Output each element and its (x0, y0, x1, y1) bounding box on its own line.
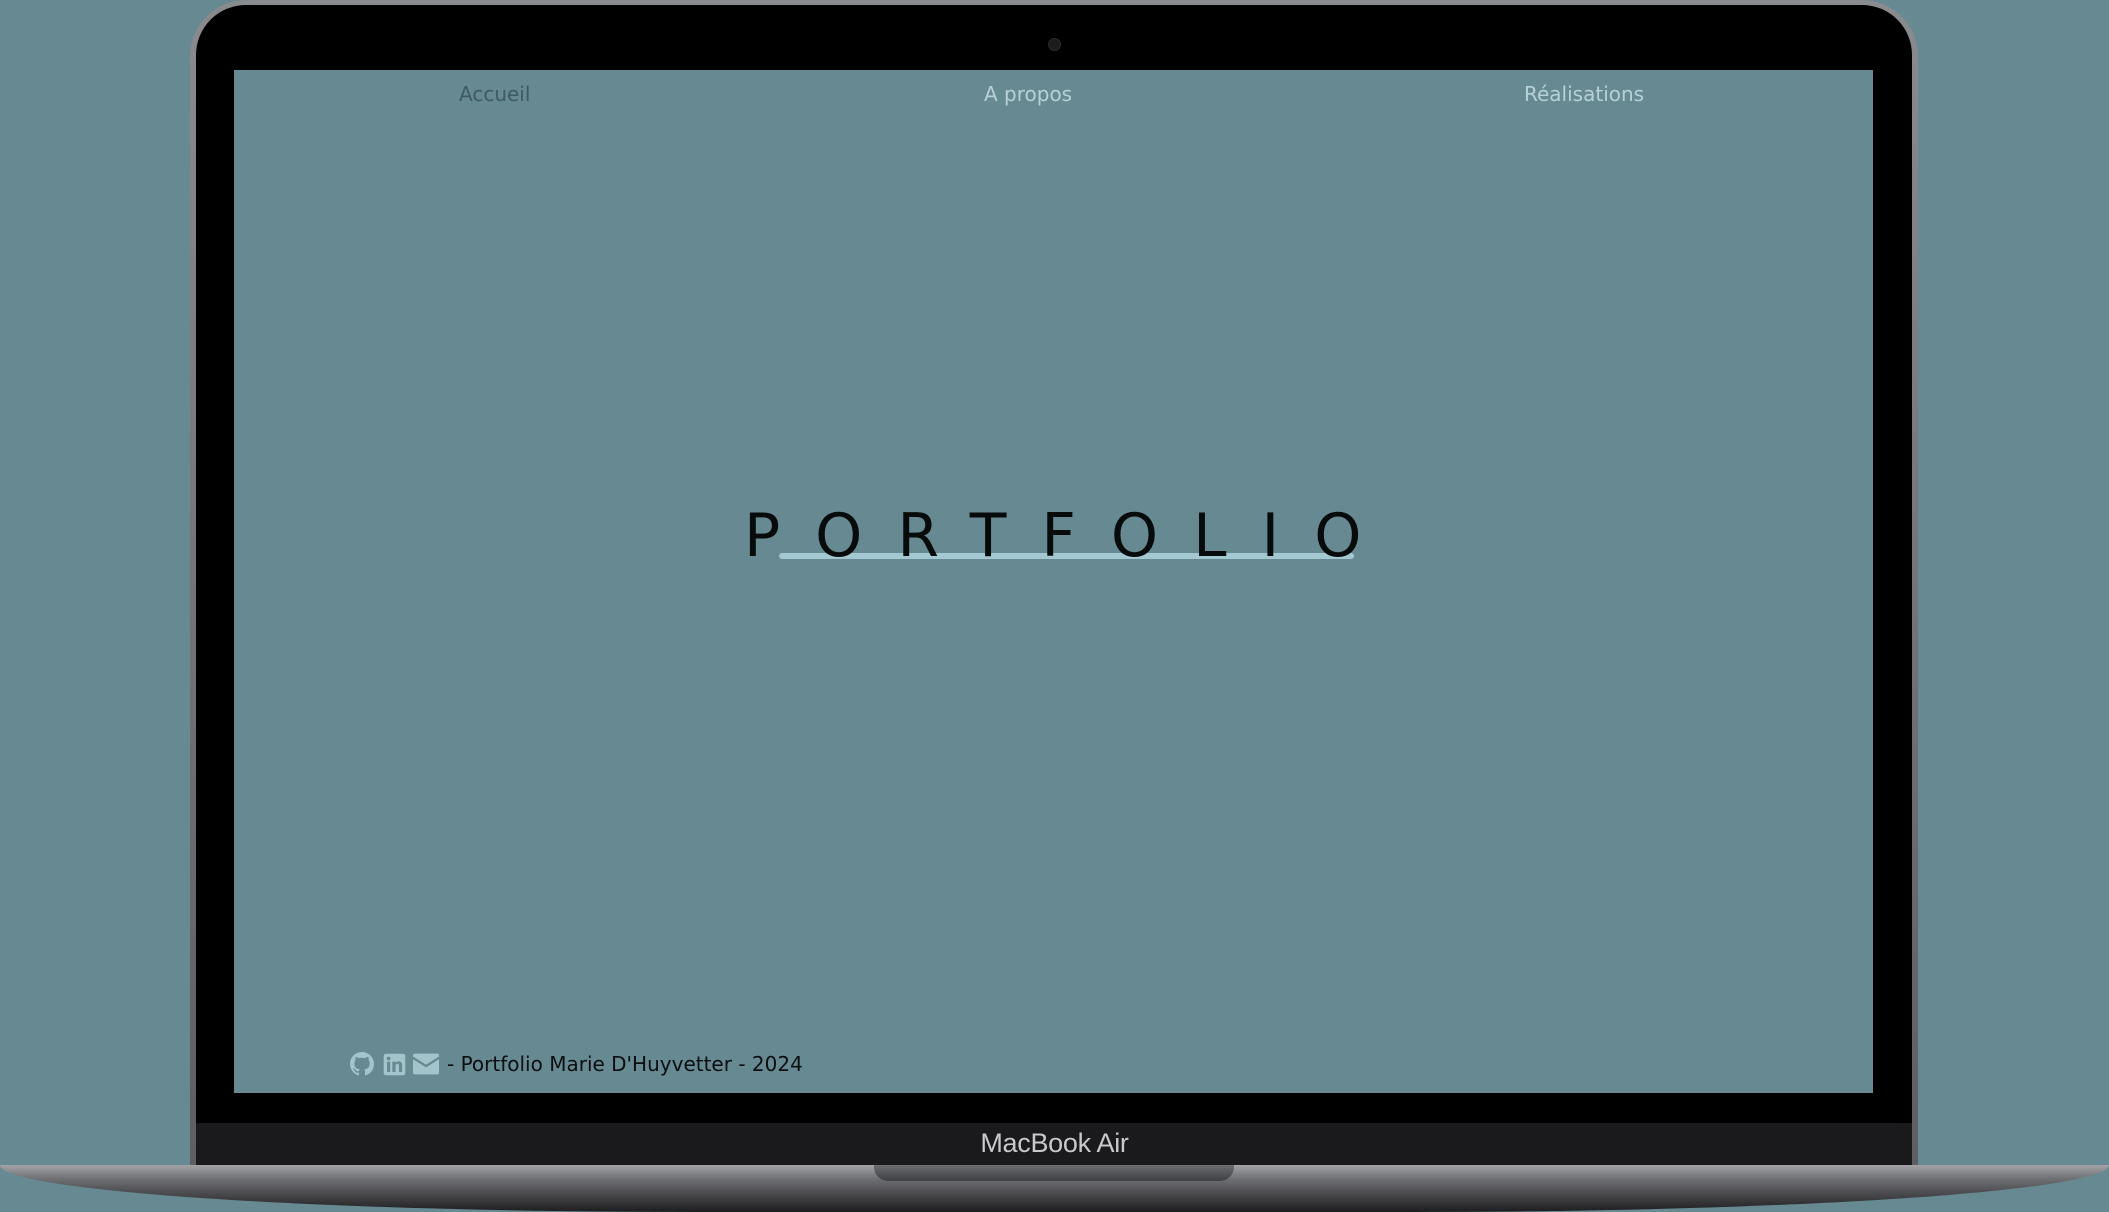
website-screen: Accueil A propos Réalisations PORTFOLIO (234, 70, 1873, 1093)
github-icon[interactable] (349, 1051, 375, 1077)
footer-copyright: - Portfolio Marie D'Huyvetter - 2024 (447, 1052, 803, 1076)
top-navigation: Accueil A propos Réalisations (234, 82, 1873, 122)
nav-link-accueil[interactable]: Accueil (459, 82, 530, 106)
device-mockup: Accueil A propos Réalisations PORTFOLIO (0, 0, 2109, 1212)
laptop-notch (874, 1165, 1234, 1181)
device-label: MacBook Air (980, 1128, 1129, 1158)
camera-icon (1048, 38, 1061, 51)
footer: - Portfolio Marie D'Huyvetter - 2024 (349, 1048, 803, 1080)
nav-link-a-propos[interactable]: A propos (984, 82, 1072, 106)
hero-title: PORTFOLIO (744, 501, 1397, 571)
linkedin-icon[interactable] (381, 1051, 407, 1077)
mail-icon[interactable] (413, 1051, 439, 1077)
hero: PORTFOLIO (744, 496, 1384, 576)
nav-link-realisations[interactable]: Réalisations (1524, 82, 1644, 106)
